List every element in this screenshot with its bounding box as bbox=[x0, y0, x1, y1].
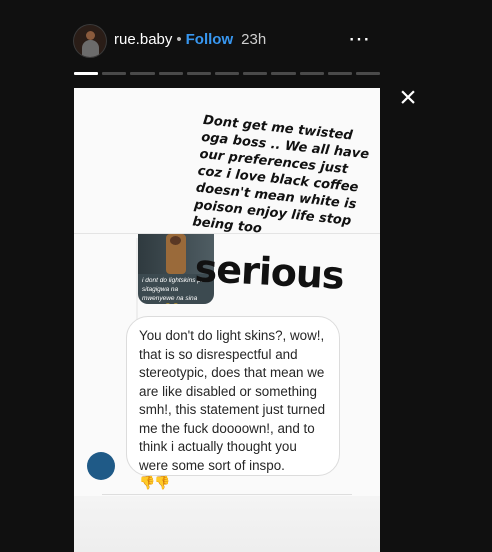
avatar-head bbox=[86, 31, 95, 40]
more-options-icon[interactable]: ⋯ bbox=[348, 28, 372, 50]
progress-segment bbox=[271, 72, 296, 75]
thumbnail-head bbox=[170, 236, 181, 245]
separator-dot: • bbox=[176, 31, 182, 48]
message-bubble: You don't do light skins?, wow!, that is… bbox=[126, 316, 340, 490]
progress-segment bbox=[299, 72, 324, 75]
progress-segment bbox=[130, 72, 155, 75]
story-caption: Dont get me twisted oga boss .. We all h… bbox=[191, 112, 370, 237]
progress-segment bbox=[243, 72, 268, 75]
message-text: You don't do light skins?, wow!, that is… bbox=[139, 328, 326, 473]
progress-segment bbox=[214, 72, 240, 75]
story-progress-bar bbox=[74, 72, 381, 75]
avatar-body bbox=[82, 40, 99, 57]
thumbs-down-icon: 👎👎 bbox=[139, 475, 170, 490]
profile-avatar[interactable] bbox=[74, 25, 106, 57]
progress-segment bbox=[186, 72, 211, 75]
progress-segment bbox=[158, 72, 183, 75]
close-icon[interactable]: × bbox=[395, 83, 421, 113]
caption-big-word: serious bbox=[193, 246, 345, 298]
header-info: rue.baby • Follow 23h bbox=[114, 31, 266, 48]
progress-segment bbox=[102, 72, 127, 75]
username[interactable]: rue.baby bbox=[114, 31, 172, 48]
post-time: 23h bbox=[241, 31, 267, 48]
progress-segment bbox=[327, 72, 352, 75]
follow-button[interactable]: Follow bbox=[186, 31, 234, 48]
sender-avatar bbox=[87, 452, 115, 480]
bottom-area bbox=[74, 496, 380, 552]
story-card: i dont do lightskins plus sitagigwa na m… bbox=[74, 88, 380, 552]
progress-segment bbox=[355, 72, 381, 75]
story-header: rue.baby • Follow 23h ⋯ bbox=[0, 0, 492, 90]
progress-segment bbox=[74, 72, 99, 75]
chat-divider bbox=[102, 494, 352, 495]
